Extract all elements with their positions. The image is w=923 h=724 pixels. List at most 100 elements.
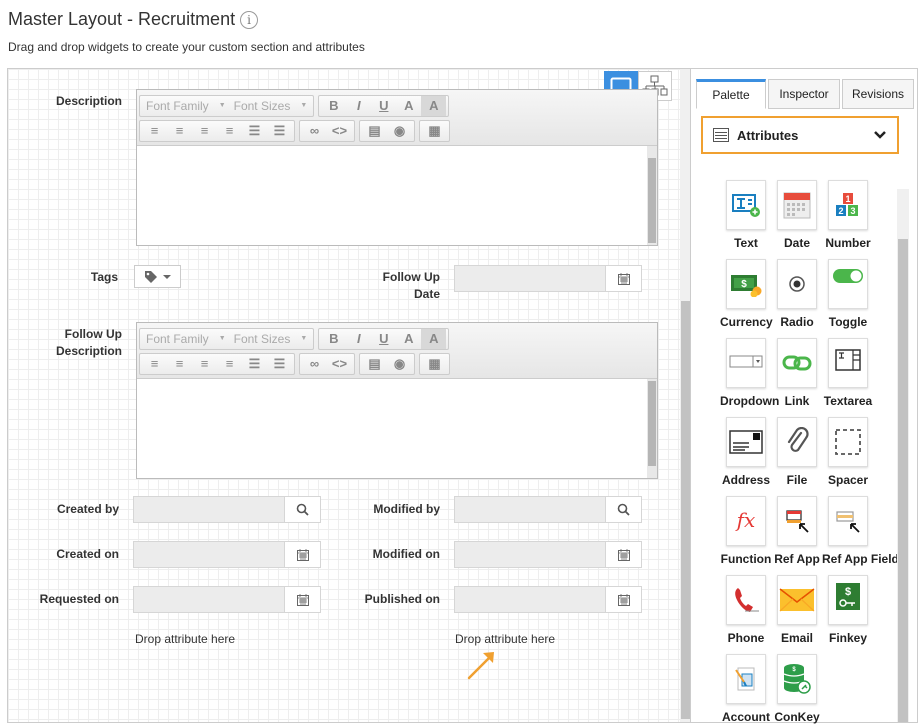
drop-zone-right[interactable]: Drop attribute here	[455, 632, 555, 646]
requested-on-date-picker[interactable]	[284, 586, 321, 613]
tags-dropdown-button[interactable]	[134, 265, 181, 288]
widget-email[interactable]: Email	[771, 575, 823, 645]
align-right-icon[interactable]: ≡	[192, 121, 217, 141]
align-justify-icon[interactable]: ≡	[217, 121, 242, 141]
widget-currency[interactable]: $ Currency	[720, 259, 773, 329]
info-icon[interactable]: i	[240, 10, 259, 29]
widget-address[interactable]: Address	[720, 417, 772, 487]
created-on-input[interactable]	[133, 541, 285, 568]
created-by-search-button[interactable]	[284, 496, 321, 523]
widget-file[interactable]: File	[771, 417, 823, 487]
bold-icon[interactable]: B	[321, 329, 346, 349]
table-icon[interactable]: ▦	[422, 121, 447, 141]
widget-number[interactable]: 123 Number	[822, 180, 874, 250]
caret-down-icon: ▼	[300, 102, 308, 109]
layout-canvas[interactable]: Description Font Family ▼ Font Sizes ▼ B I…	[7, 68, 693, 723]
table-icon[interactable]: ▦	[422, 354, 447, 374]
widget-text[interactable]: Text	[720, 180, 772, 250]
calendar-icon	[617, 593, 630, 606]
bold-icon[interactable]: B	[321, 96, 346, 116]
widget-account[interactable]: Account	[720, 654, 772, 724]
background-color-icon[interactable]: A	[421, 328, 447, 349]
align-right-icon[interactable]: ≡	[192, 354, 217, 374]
align-center-icon[interactable]: ≡	[167, 354, 192, 374]
widget-ref-app-field[interactable]: Ref App Field	[822, 496, 899, 566]
numbered-list-icon[interactable]: ☰	[267, 354, 292, 374]
font-family-select[interactable]: Font Family ▼	[142, 329, 230, 349]
widget-function[interactable]: fx Function	[720, 496, 772, 566]
font-family-select[interactable]: Font Family ▼	[142, 96, 230, 116]
print-icon[interactable]: ▤	[362, 121, 387, 141]
follow-up-date-picker[interactable]	[605, 265, 642, 292]
tab-inspector[interactable]: Inspector	[768, 79, 840, 109]
drop-zone-left[interactable]: Drop attribute here	[135, 632, 235, 646]
widget-date[interactable]: Date	[771, 180, 823, 250]
code-icon[interactable]: <>	[327, 121, 352, 141]
widget-conkey[interactable]: $ ConKey	[771, 654, 823, 724]
modified-by-input[interactable]	[454, 496, 606, 523]
palette-scrollbar-thumb[interactable]	[898, 239, 908, 722]
published-on-label: Published on	[364, 592, 440, 606]
widget-ref-app[interactable]: Ref App	[771, 496, 823, 566]
code-icon[interactable]: <>	[327, 354, 352, 374]
ref-app-field-icon	[828, 496, 868, 546]
follow-up-date-input[interactable]	[454, 265, 606, 292]
description-editor[interactable]: Font Family ▼ Font Sizes ▼ B I U A A ≡ ≡ ≡…	[136, 89, 658, 246]
widget-toggle[interactable]: Toggle	[822, 259, 874, 329]
published-on-input[interactable]	[454, 586, 606, 613]
phone-icon	[726, 575, 766, 625]
link-insert-icon[interactable]: ∞	[302, 121, 327, 141]
widget-link[interactable]: Link	[771, 338, 823, 408]
preview-eye-icon[interactable]: ◉	[387, 121, 412, 141]
modified-by-search-button[interactable]	[605, 496, 642, 523]
published-on-date-picker[interactable]	[605, 586, 642, 613]
font-color-icon[interactable]: A	[396, 96, 421, 116]
modified-on-label: Modified on	[372, 547, 440, 561]
print-icon[interactable]: ▤	[362, 354, 387, 374]
editor-scrollbar[interactable]	[647, 379, 657, 478]
align-left-icon[interactable]: ≡	[142, 354, 167, 374]
underline-icon[interactable]: U	[371, 329, 396, 349]
link-icon	[777, 338, 817, 388]
created-by-input[interactable]	[133, 496, 285, 523]
align-center-icon[interactable]: ≡	[167, 121, 192, 141]
align-justify-icon[interactable]: ≡	[217, 354, 242, 374]
underline-icon[interactable]: U	[371, 96, 396, 116]
tab-revisions[interactable]: Revisions	[842, 79, 914, 109]
palette-scrollbar[interactable]	[897, 189, 909, 722]
editor-scrollbar[interactable]	[647, 146, 657, 245]
arrow-up-right-icon	[467, 652, 494, 680]
widget-radio[interactable]: Radio	[771, 259, 823, 329]
created-on-date-picker[interactable]	[284, 541, 321, 568]
numbered-list-icon[interactable]: ☰	[267, 121, 292, 141]
bullet-list-icon[interactable]: ☰	[242, 354, 267, 374]
bullet-list-icon[interactable]: ☰	[242, 121, 267, 141]
font-color-icon[interactable]: A	[396, 329, 421, 349]
caret-down-icon	[162, 274, 171, 279]
tab-palette[interactable]: Palette	[696, 79, 766, 109]
attributes-accordion[interactable]: Attributes	[701, 116, 899, 154]
italic-icon[interactable]: I	[346, 329, 371, 349]
widget-textarea[interactable]: Textarea	[822, 338, 874, 408]
font-sizes-select[interactable]: Font Sizes ▼	[230, 96, 312, 116]
caret-down-icon: ▼	[218, 102, 226, 109]
follow-up-description-editor[interactable]: Font Family ▼ Font Sizes ▼ B I U A A ≡ ≡ ≡…	[136, 322, 658, 479]
modified-on-date-picker[interactable]	[605, 541, 642, 568]
font-sizes-select[interactable]: Font Sizes ▼	[230, 329, 312, 349]
description-editor-toolbar: Font Family ▼ Font Sizes ▼ B I U A A ≡ ≡ ≡…	[137, 90, 657, 146]
widget-dropdown[interactable]: Dropdown	[720, 338, 779, 408]
created-by-label: Created by	[56, 502, 119, 516]
widget-phone[interactable]: Phone	[720, 575, 772, 645]
modified-on-input[interactable]	[454, 541, 606, 568]
italic-icon[interactable]: I	[346, 96, 371, 116]
svg-text:1: 1	[845, 194, 850, 204]
background-color-icon[interactable]: A	[421, 95, 447, 116]
preview-eye-icon[interactable]: ◉	[387, 354, 412, 374]
svg-text:2: 2	[838, 206, 843, 216]
widget-finkey[interactable]: $ Finkey	[822, 575, 874, 645]
description-label: Description	[55, 94, 122, 108]
requested-on-input[interactable]	[133, 586, 285, 613]
link-insert-icon[interactable]: ∞	[302, 354, 327, 374]
widget-spacer[interactable]: Spacer	[822, 417, 874, 487]
align-left-icon[interactable]: ≡	[142, 121, 167, 141]
